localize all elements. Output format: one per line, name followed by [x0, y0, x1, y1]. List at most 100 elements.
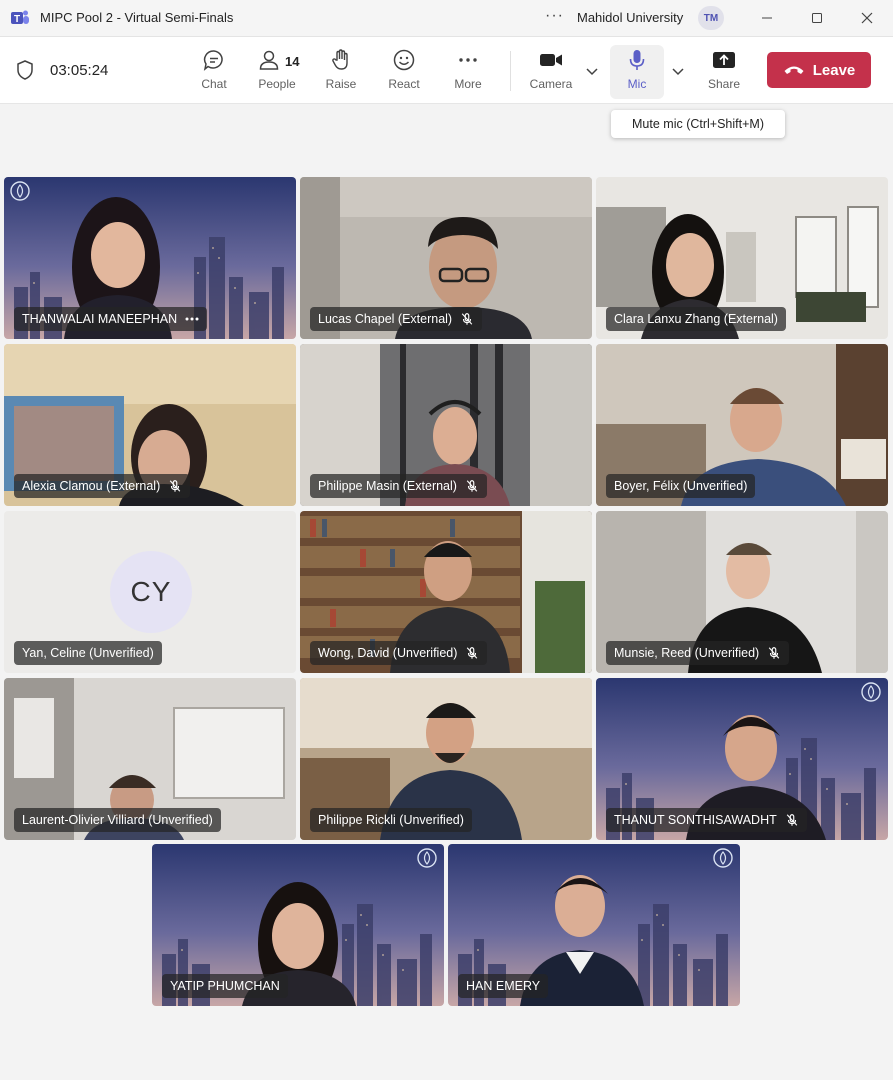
video-tile[interactable]: Clara Lanxu Zhang (External): [596, 177, 888, 339]
share-label: Share: [707, 77, 741, 91]
organization-name[interactable]: Mahidol University: [577, 10, 683, 25]
maximize-icon: [812, 13, 822, 23]
share-screen-icon: [713, 52, 735, 68]
video-tile[interactable]: THANUT SONTHISAWADHT: [596, 678, 888, 840]
teams-logo-icon: T: [11, 10, 29, 25]
participant-name: Laurent-Olivier Villiard (Unverified): [22, 813, 213, 827]
participant-nameplate: Lucas Chapel (External): [310, 307, 483, 331]
microphone-icon: [629, 50, 645, 70]
close-button[interactable]: [852, 6, 882, 30]
video-tile[interactable]: Philippe Masin (External): [300, 344, 592, 506]
video-tile[interactable]: THANWALAI MANEEPHAN: [4, 177, 296, 339]
more-button[interactable]: More: [440, 45, 496, 99]
video-tile[interactable]: Alexia Clamou (External): [4, 344, 296, 506]
hang-up-icon: [784, 66, 804, 74]
raise-hand-button[interactable]: Raise: [313, 45, 369, 99]
logo-watermark-icon: [417, 848, 437, 868]
participant-name: Boyer, Félix (Unverified): [614, 479, 748, 493]
participant-name: Lucas Chapel (External): [318, 312, 453, 326]
video-tile[interactable]: Laurent-Olivier Villiard (Unverified): [4, 678, 296, 840]
mic-button[interactable]: Mic: [610, 45, 664, 99]
participant-nameplate: Yan, Celine (Unverified): [14, 641, 162, 665]
close-icon: [861, 12, 873, 24]
video-tile[interactable]: CY Yan, Celine (Unverified): [4, 511, 296, 673]
minimize-icon: [762, 17, 772, 19]
more-options-icon[interactable]: [185, 317, 199, 321]
video-tile[interactable]: Wong, David (Unverified): [300, 511, 592, 673]
video-tile[interactable]: Munsie, Reed (Unverified): [596, 511, 888, 673]
logo-watermark-icon: [10, 181, 30, 201]
participant-initials-avatar: CY: [110, 551, 192, 633]
chevron-down-icon[interactable]: [584, 63, 600, 79]
leave-button[interactable]: Leave: [767, 52, 871, 88]
participant-name: Philippe Masin (External): [318, 479, 457, 493]
chat-button[interactable]: Chat: [186, 45, 242, 99]
title-bar: T MIPC Pool 2 - Virtual Semi-Finals ··· …: [0, 0, 893, 37]
participant-name: THANUT SONTHISAWADHT: [614, 813, 777, 827]
emoji-icon: [393, 49, 415, 71]
people-count: 14: [285, 54, 300, 69]
mic-label: Mic: [627, 77, 647, 91]
react-button[interactable]: React: [376, 45, 432, 99]
more-label: More: [454, 77, 482, 91]
video-tile[interactable]: HAN EMERY: [448, 844, 740, 1006]
participant-nameplate: THANWALAI MANEEPHAN: [14, 307, 208, 331]
window-title: MIPC Pool 2 - Virtual Semi-Finals: [40, 10, 234, 25]
people-icon: [259, 50, 279, 70]
participant-nameplate: YATIP PHUMCHAN: [162, 974, 288, 998]
people-label: People: [258, 77, 296, 91]
participant-nameplate: Philippe Rickli (Unverified): [310, 808, 472, 832]
chevron-down-icon[interactable]: [670, 63, 686, 79]
participant-name: Philippe Rickli (Unverified): [318, 813, 464, 827]
logo-watermark-icon: [713, 848, 733, 868]
participant-name: Munsie, Reed (Unverified): [614, 646, 760, 660]
people-button[interactable]: 14 People: [249, 45, 305, 99]
mic-off-icon: [767, 646, 781, 660]
video-tile[interactable]: Philippe Rickli (Unverified): [300, 678, 592, 840]
leave-label: Leave: [812, 61, 856, 79]
participant-nameplate: Philippe Masin (External): [310, 474, 487, 498]
user-avatar[interactable]: TM: [698, 6, 724, 30]
participant-name: Yan, Celine (Unverified): [22, 646, 154, 660]
mic-off-icon: [785, 813, 799, 827]
more-horizontal-icon[interactable]: ···: [545, 7, 564, 25]
camera-label: Camera: [529, 77, 573, 91]
mic-off-icon: [168, 479, 182, 493]
participant-name: Clara Lanxu Zhang (External): [614, 312, 778, 326]
participant-name: HAN EMERY: [466, 979, 541, 993]
participant-nameplate: HAN EMERY: [458, 974, 549, 998]
maximize-button[interactable]: [802, 6, 832, 30]
minimize-button[interactable]: [752, 6, 782, 30]
toolbar-divider: [510, 51, 511, 91]
participant-nameplate: Wong, David (Unverified): [310, 641, 488, 665]
video-tile[interactable]: YATIP PHUMCHAN: [152, 844, 444, 1006]
participant-nameplate: Boyer, Félix (Unverified): [606, 474, 756, 498]
video-tile[interactable]: Lucas Chapel (External): [300, 177, 592, 339]
raise-hand-icon: [332, 49, 348, 70]
participant-name: THANWALAI MANEEPHAN: [22, 312, 178, 326]
camera-button[interactable]: Camera: [523, 45, 579, 99]
svg-text:T: T: [14, 14, 20, 25]
more-horizontal-icon: [459, 58, 477, 62]
participant-nameplate: Clara Lanxu Zhang (External): [606, 307, 786, 331]
mic-off-icon: [465, 479, 479, 493]
mic-off-icon: [460, 312, 474, 326]
video-tile[interactable]: Boyer, Félix (Unverified): [596, 344, 888, 506]
participant-nameplate: Laurent-Olivier Villiard (Unverified): [14, 808, 221, 832]
react-label: React: [388, 77, 420, 91]
chat-icon: [203, 50, 223, 71]
chat-label: Chat: [201, 77, 227, 91]
mic-tooltip: Mute mic (Ctrl+Shift+M): [611, 110, 785, 138]
share-button[interactable]: Share: [696, 45, 752, 99]
participant-nameplate: THANUT SONTHISAWADHT: [606, 808, 807, 832]
participant-name: Wong, David (Unverified): [318, 646, 458, 660]
meeting-toolbar: 03:05:24 Chat 14 People Raise React More…: [0, 37, 893, 104]
camera-icon: [540, 54, 562, 66]
logo-watermark-icon: [861, 682, 881, 702]
participant-nameplate: Alexia Clamou (External): [14, 474, 191, 498]
mic-off-icon: [465, 646, 479, 660]
shield-icon[interactable]: [15, 59, 35, 81]
participant-name: Alexia Clamou (External): [22, 479, 161, 493]
participant-name: YATIP PHUMCHAN: [170, 979, 280, 993]
meeting-timer: 03:05:24: [50, 62, 109, 79]
